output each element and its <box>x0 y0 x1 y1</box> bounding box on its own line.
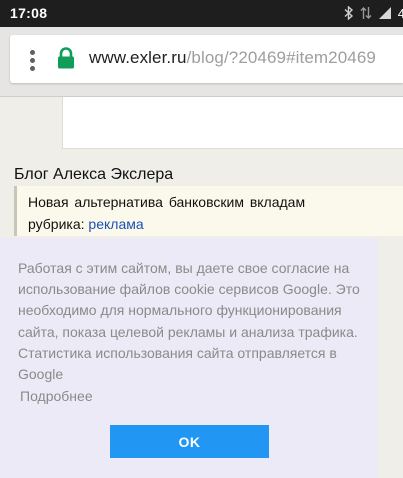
status-time: 17:08 <box>10 5 48 21</box>
url-path: /blog/?20469#item20469 <box>186 48 376 67</box>
content-block <box>62 97 403 149</box>
ok-button[interactable]: OK <box>110 425 269 458</box>
cookie-notice-text: Работая с этим сайтом, вы даете свое сог… <box>18 260 360 383</box>
blog-title: Блог Алекса Экслера <box>14 166 174 183</box>
post-item: Новая альтернатива банковским вкладам ру… <box>14 186 403 236</box>
bluetooth-icon <box>344 6 353 20</box>
url-text[interactable]: www.exler.ru/blog/?20469#item20469 <box>89 48 376 68</box>
menu-dots-icon[interactable] <box>20 48 44 72</box>
status-icons: 4 <box>344 5 403 21</box>
post-title[interactable]: Новая альтернатива банковским вкладам <box>28 194 305 210</box>
browser-toolbar: www.exler.ru/blog/?20469#item20469 <box>0 27 403 97</box>
cookie-consent-panel: Работая с этим сайтом, вы даете свое сог… <box>0 238 378 478</box>
lock-icon <box>58 47 74 69</box>
data-transfer-icon <box>360 7 372 19</box>
status-bar: 17:08 4 <box>0 0 403 27</box>
rubric-label: рубрика: <box>28 216 85 232</box>
more-info-link[interactable]: Подробнее <box>20 388 93 404</box>
rubric-link[interactable]: реклама <box>88 216 143 232</box>
address-bar[interactable]: www.exler.ru/blog/?20469#item20469 <box>10 35 403 83</box>
url-host: www.exler.ru <box>89 48 187 67</box>
signal-icon <box>378 7 391 19</box>
network-type-label: 4 <box>397 5 403 21</box>
post-rubric: рубрика: реклама <box>28 216 144 232</box>
